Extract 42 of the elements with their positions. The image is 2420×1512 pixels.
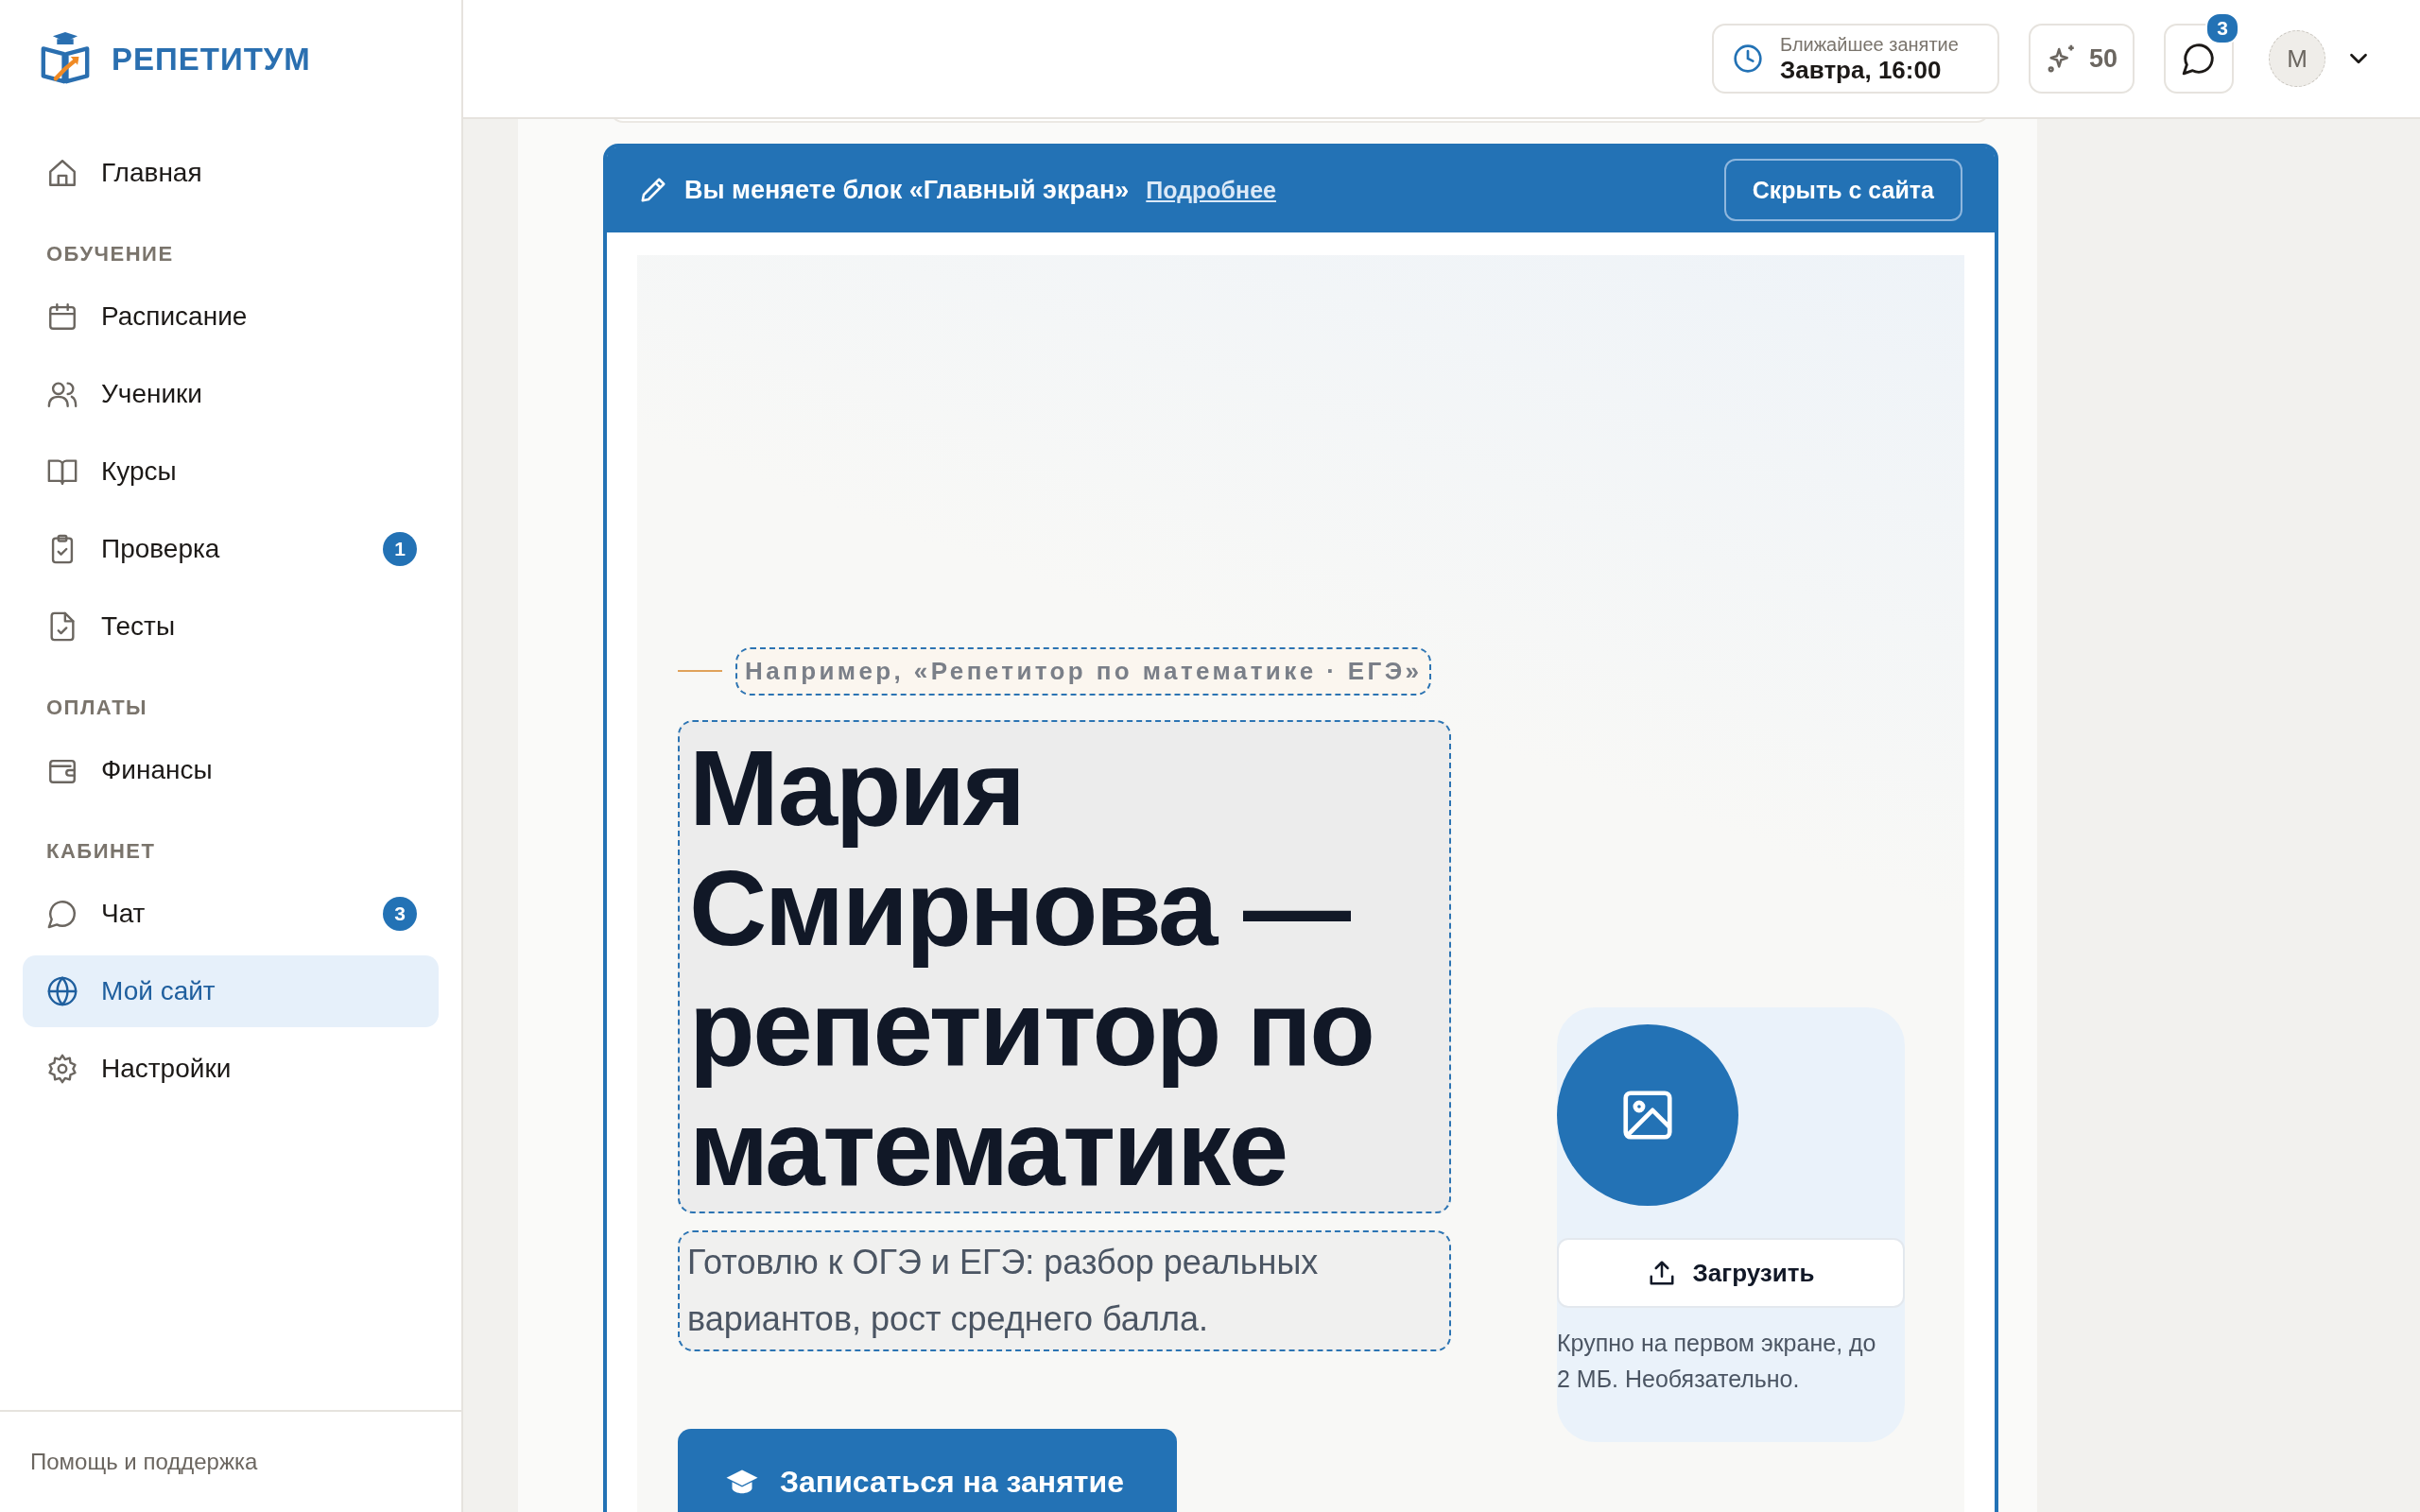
count-badge: 3 (2205, 12, 2239, 44)
next-lesson-label: Ближайшее занятие (1780, 33, 1959, 56)
next-lesson-time: Завтра, 16:00 (1780, 56, 1943, 84)
nav-item[interactable]: Чат 3 (23, 878, 439, 950)
chat-bubble-icon (46, 898, 78, 930)
nav-item[interactable]: Финансы (23, 734, 439, 806)
subtitle-field[interactable]: Готовлю к ОГЭ и ЕГЭ: разбор реальных вариантов, рост среднего балла. (678, 1229, 1451, 1351)
house-icon (46, 157, 78, 189)
help-link[interactable]: Помощь и поддержка (30, 1449, 258, 1475)
clock-icon (1733, 43, 1763, 74)
nav-item[interactable]: Главная (23, 137, 439, 209)
nav-item[interactable]: Ученики (23, 358, 439, 430)
avatar[interactable]: М (2269, 30, 2325, 87)
brand-name: РЕПЕТИТУМ (112, 41, 311, 77)
settings-icon (46, 1053, 78, 1085)
eyebrow-field[interactable]: Например, «Репетитор по математике · ЕГЭ» (735, 646, 1432, 696)
calendar-icon (46, 301, 78, 333)
upload-hint: Крупно на первом экране, до 2 МБ. Необязательно. (1557, 1329, 1877, 1394)
chat-button[interactable] (2164, 24, 2234, 94)
hide-button[interactable]: Скрыть с сайта (1723, 159, 1962, 221)
nav-section-heading: ОБУЧЕНИЕ (45, 241, 175, 267)
upload-button[interactable]: Загрузить (1557, 1238, 1905, 1308)
points-button[interactable]: 50 (2029, 24, 2135, 94)
nav-item[interactable]: Курсы (23, 436, 439, 507)
next-lesson-button[interactable]: Ближайшее занятие Завтра, 16:00 (1712, 24, 1999, 94)
nav-item[interactable]: Проверка 1 (23, 513, 439, 585)
nav-section-heading: КАБИНЕТ (45, 838, 157, 865)
count-badge: 1 (383, 532, 417, 566)
nav-item[interactable]: Настройки (23, 1033, 439, 1105)
signup-button[interactable]: Записаться на занятие (678, 1428, 1177, 1512)
nav-item[interactable]: Тесты (23, 591, 439, 662)
chat-bubble-icon (2181, 41, 2217, 77)
nav-item[interactable]: Расписание (23, 281, 439, 352)
globe-icon (46, 975, 78, 1007)
count-badge: 3 (383, 897, 417, 931)
nav-item[interactable]: Мой сайт (23, 955, 439, 1027)
details-link[interactable]: Подробнее (1146, 176, 1276, 204)
pencil-icon (639, 176, 667, 204)
editing-message: Вы меняете блок «Главный экран» (684, 175, 1130, 205)
nav-section-heading: ОПЛАТЫ (45, 695, 149, 721)
title-field[interactable]: Мария Смирнова — репетитор по математике (678, 719, 1451, 1213)
accent-line (678, 670, 722, 672)
